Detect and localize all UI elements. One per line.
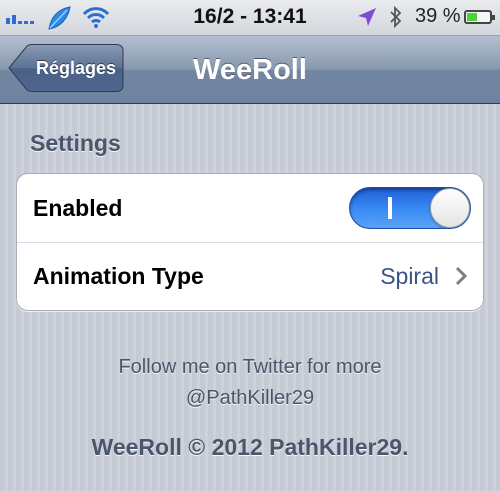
animation-type-row[interactable]: Animation Type Spiral: [17, 242, 483, 310]
back-button[interactable]: Réglages: [8, 44, 124, 92]
footer-twitter-handle: @PathKiller29: [185, 387, 315, 409]
bluetooth-icon: [390, 5, 402, 29]
footer-twitter-text: Follow me on Twitter for more: [118, 356, 382, 378]
page-title: WeeRoll: [193, 54, 307, 86]
settings-group: Enabled Animation Type Spiral: [16, 173, 484, 311]
battery-percentage: 39 %: [415, 5, 461, 27]
enabled-toggle[interactable]: [349, 187, 471, 229]
toggle-on-mark: [388, 197, 392, 219]
section-header: Settings: [30, 130, 121, 156]
chevron-right-icon: [455, 266, 467, 286]
enabled-row: Enabled: [17, 174, 483, 243]
footer-copyright: WeeRoll © 2012 PathKiller29.: [91, 434, 409, 460]
enabled-label: Enabled: [33, 195, 123, 221]
battery-icon: [464, 10, 495, 24]
toggle-knob: [430, 188, 470, 228]
location-icon: [358, 8, 376, 26]
animation-type-label: Animation Type: [33, 263, 204, 289]
animation-type-value: Spiral: [380, 263, 439, 289]
status-bar: 16/2 - 13:41 39 %: [0, 0, 500, 36]
back-button-label: Réglages: [35, 58, 117, 78]
navigation-bar: Réglages WeeRoll: [0, 36, 500, 104]
